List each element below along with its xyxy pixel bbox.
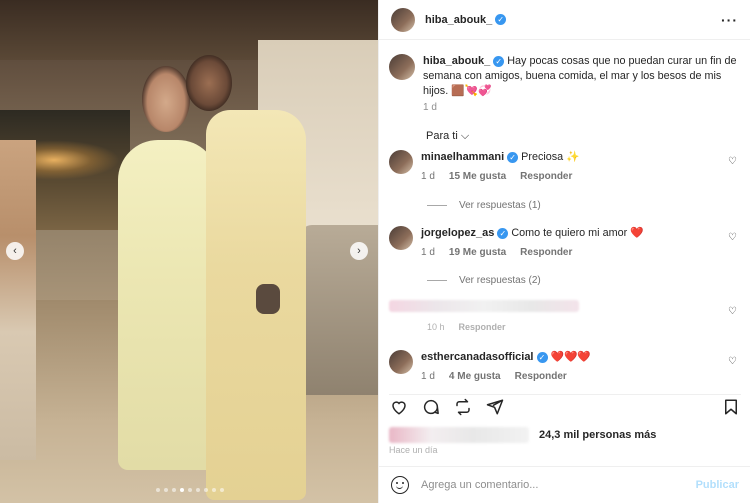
avatar[interactable] (389, 226, 413, 250)
likes-count[interactable]: 24,3 mil personas más (539, 429, 656, 441)
heart-icon[interactable]: ♡ (728, 156, 737, 167)
verified-icon: ✓ (495, 14, 507, 25)
comment-likes[interactable]: 4 Me gusta (449, 370, 501, 384)
caption-time[interactable]: 1 d (423, 102, 741, 113)
heart-icon (392, 400, 406, 415)
action-bar (389, 394, 741, 418)
carousel-dot (220, 488, 224, 492)
verified-icon: ✓ (507, 151, 519, 163)
verified-icon: ✓ (536, 351, 548, 363)
chevron-left-icon: ‹ (13, 245, 17, 257)
comment-item-blurred: 10 h Responder ♡ (389, 296, 741, 332)
carousel-dot (212, 488, 216, 492)
view-replies-label: Ver respuestas (2) (459, 275, 541, 286)
post-image[interactable]: ‹ › (0, 0, 378, 503)
chevron-right-icon: › (357, 245, 361, 257)
comment-text: ❤️❤️❤️ (550, 351, 591, 363)
reply-button[interactable]: Responder (520, 246, 572, 260)
sort-dropdown[interactable]: Para ti ⌵ (426, 130, 469, 143)
add-comment-bar: Publicar (379, 466, 750, 503)
image-woman-head (142, 66, 190, 132)
comment-time[interactable]: 1 d (421, 246, 435, 260)
likes-row: 24,3 mil personas más (389, 424, 741, 446)
comment-time[interactable]: 10 h (427, 322, 445, 332)
image-man-hand (256, 284, 280, 314)
carousel-prev-button[interactable]: ‹ (6, 242, 24, 260)
view-replies-button[interactable]: Ver respuestas (2) (427, 275, 541, 286)
view-replies-label: Ver respuestas (1) (459, 200, 541, 211)
save-button[interactable] (721, 397, 741, 417)
verified-icon: ✓ (497, 227, 509, 239)
comment-item: minaelhammani ✓ Preciosa ✨ 1 d 15 Me gust… (389, 150, 741, 184)
heart-icon[interactable]: ♡ (728, 356, 737, 367)
carousel-dot (156, 488, 160, 492)
view-replies-button[interactable]: Ver respuestas (1) (427, 200, 541, 211)
carousel-dot (164, 488, 168, 492)
carousel-dot (172, 488, 176, 492)
emoji-icon[interactable] (391, 476, 409, 494)
reply-button[interactable]: Responder (459, 322, 506, 332)
comment-likes[interactable]: 15 Me gusta (449, 170, 506, 184)
comment-item: jorgelopez_as ✓ Como te quiero mi amor ❤️… (389, 226, 741, 260)
send-icon (486, 399, 504, 414)
comment-input[interactable] (421, 479, 696, 491)
avatar[interactable] (389, 54, 415, 80)
publish-button[interactable]: Publicar (696, 479, 739, 491)
header-username[interactable]: hiba_abouk_ (425, 14, 492, 26)
blurred-content (389, 300, 579, 312)
verified-icon: ✓ (493, 55, 505, 67)
reply-button[interactable]: Responder (520, 170, 572, 184)
comment-likes[interactable]: 19 Me gusta (449, 246, 506, 260)
image-man-head (186, 55, 232, 111)
heart-icon[interactable]: ♡ (728, 306, 737, 317)
post-header: hiba_abouk_ ✓ ··· (379, 0, 750, 40)
caption: hiba_abouk_ ✓ Hay pocas cosas que no pued… (389, 54, 741, 113)
comment-username[interactable]: jorgelopez_as (421, 227, 494, 239)
carousel-dot (196, 488, 200, 492)
image-person-left (0, 140, 36, 460)
comment-text: Preciosa ✨ (521, 151, 580, 163)
comment-button[interactable] (421, 397, 441, 417)
comment-time[interactable]: 1 d (421, 370, 435, 384)
divider (427, 205, 447, 206)
comment-username[interactable]: minaelhammani (421, 151, 504, 163)
liked-by-avatars[interactable] (389, 427, 529, 443)
divider (427, 280, 447, 281)
image-woman (118, 140, 218, 470)
avatar[interactable] (391, 7, 415, 32)
carousel-dot (188, 488, 192, 492)
caption-username[interactable]: hiba_abouk_ (423, 55, 490, 67)
post-date: Hace un día (389, 445, 438, 455)
avatar[interactable] (389, 150, 413, 174)
repost-button[interactable] (453, 397, 473, 417)
comment-item: esthercanadasofficial ✓ ❤️❤️❤️ 1 d 4 Me g… (389, 350, 741, 384)
comment-text: Como te quiero mi amor ❤️ (511, 227, 644, 239)
carousel-dot (204, 488, 208, 492)
share-button[interactable] (485, 397, 505, 417)
carousel-next-button[interactable]: › (350, 242, 368, 260)
like-button[interactable] (389, 397, 409, 417)
bookmark-icon (725, 399, 737, 414)
carousel-dot (180, 488, 184, 492)
post-panel: hiba_abouk_ ✓ ··· hiba_abouk_ ✓ Hay pocas… (378, 0, 750, 503)
reply-button[interactable]: Responder (515, 370, 567, 384)
avatar[interactable] (389, 350, 413, 374)
repost-icon (456, 398, 470, 415)
comment-time[interactable]: 1 d (421, 170, 435, 184)
carousel-indicator (156, 488, 224, 492)
comment-username[interactable]: esthercanadasofficial (421, 351, 534, 363)
comment-icon (423, 399, 439, 414)
heart-icon[interactable]: ♡ (728, 232, 737, 243)
more-options-icon[interactable]: ··· (721, 12, 738, 28)
